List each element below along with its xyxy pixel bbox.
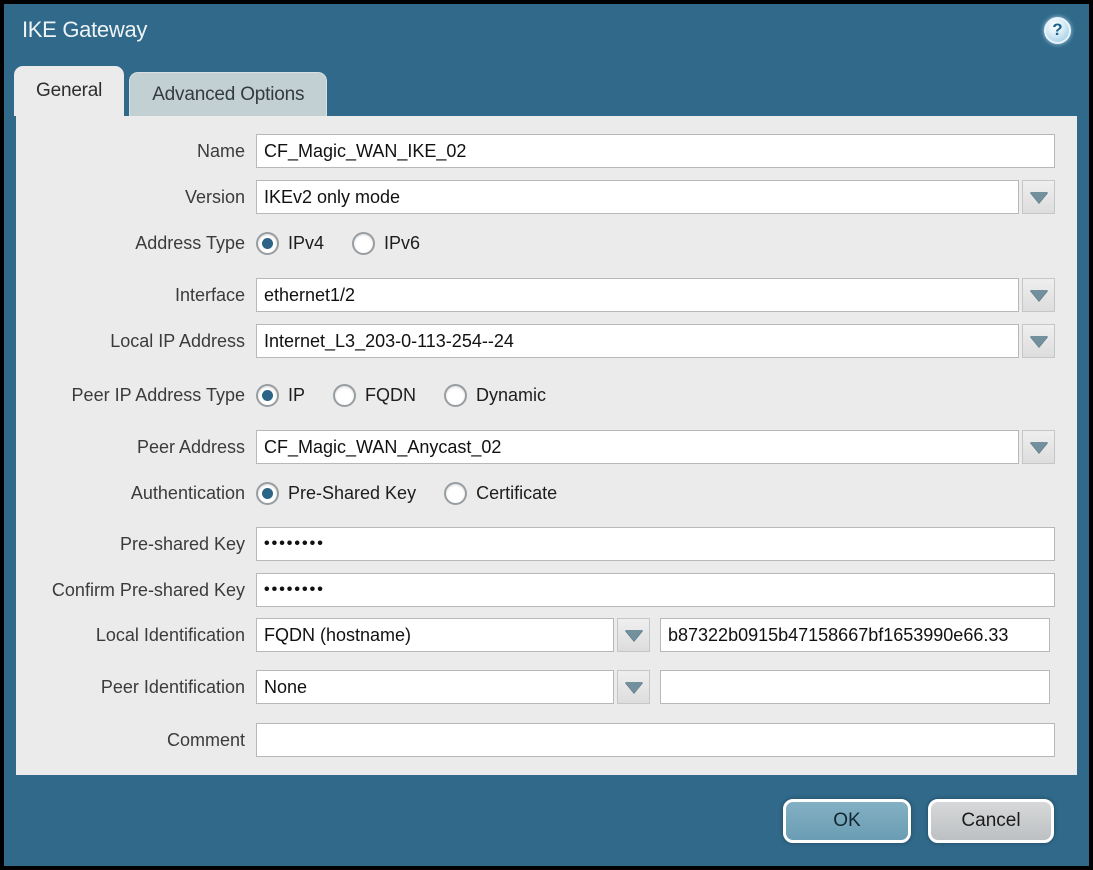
tab-bar: General Advanced Options xyxy=(4,56,1089,116)
radio-dynamic-label: Dynamic xyxy=(476,385,546,406)
dialog-footer: OK Cancel xyxy=(4,775,1089,866)
confirm-pre-shared-key-row: Confirm Pre-shared Key xyxy=(16,573,1077,607)
authentication-row: Authentication Pre-Shared Key Certificat… xyxy=(16,480,1077,506)
version-dropdown-button[interactable] xyxy=(1022,180,1055,214)
tab-advanced-options[interactable]: Advanced Options xyxy=(129,72,327,116)
radio-option-ip[interactable]: IP xyxy=(256,384,305,407)
local-identification-value-input[interactable] xyxy=(660,618,1050,652)
chevron-down-icon xyxy=(1030,290,1048,301)
ok-button[interactable]: OK xyxy=(783,799,911,843)
peer-identification-label: Peer Identification xyxy=(16,677,256,698)
interface-select[interactable] xyxy=(256,278,1019,312)
local-ip-select[interactable] xyxy=(256,324,1019,358)
pre-shared-key-label: Pre-shared Key xyxy=(16,534,256,555)
local-identification-type-select[interactable] xyxy=(256,618,614,652)
comment-label: Comment xyxy=(16,730,256,751)
radio-dynamic[interactable] xyxy=(444,384,467,407)
ike-gateway-dialog: IKE Gateway ? General Advanced Options N… xyxy=(4,4,1089,866)
peer-identification-type-select[interactable] xyxy=(256,670,614,704)
chevron-down-icon xyxy=(1030,442,1048,453)
radio-ipv6[interactable] xyxy=(352,232,375,255)
peer-identification-row: Peer Identification xyxy=(16,670,1077,704)
pre-shared-key-row: Pre-shared Key xyxy=(16,527,1077,561)
peer-address-select[interactable] xyxy=(256,430,1019,464)
general-tab-panel: Name Version Address Type IPv4 xyxy=(16,116,1077,775)
authentication-label: Authentication xyxy=(16,483,256,504)
address-type-label: Address Type xyxy=(16,233,256,254)
radio-option-pre-shared-key[interactable]: Pre-Shared Key xyxy=(256,482,416,505)
radio-ipv4[interactable] xyxy=(256,232,279,255)
radio-ipv4-label: IPv4 xyxy=(288,233,324,254)
dialog-title: IKE Gateway xyxy=(22,17,147,43)
radio-option-certificate[interactable]: Certificate xyxy=(444,482,557,505)
peer-ip-type-radio-group: IP FQDN Dynamic xyxy=(256,384,574,407)
authentication-radio-group: Pre-Shared Key Certificate xyxy=(256,482,585,505)
address-type-row: Address Type IPv4 IPv6 xyxy=(16,230,1077,256)
version-label: Version xyxy=(16,187,256,208)
confirm-pre-shared-key-input[interactable] xyxy=(256,573,1055,607)
peer-address-label: Peer Address xyxy=(16,437,256,458)
pre-shared-key-input[interactable] xyxy=(256,527,1055,561)
chevron-down-icon xyxy=(1030,336,1048,347)
chevron-down-icon xyxy=(1030,192,1048,203)
tab-general-label: General xyxy=(36,80,102,102)
radio-option-fqdn[interactable]: FQDN xyxy=(333,384,416,407)
address-type-radio-group: IPv4 IPv6 xyxy=(256,232,448,255)
radio-option-ipv4[interactable]: IPv4 xyxy=(256,232,324,255)
radio-ip[interactable] xyxy=(256,384,279,407)
tab-general[interactable]: General xyxy=(14,66,124,116)
cancel-button[interactable]: Cancel xyxy=(928,799,1054,843)
local-ip-label: Local IP Address xyxy=(16,331,256,352)
title-bar: IKE Gateway ? xyxy=(4,4,1089,56)
version-row: Version xyxy=(16,180,1077,214)
radio-option-ipv6[interactable]: IPv6 xyxy=(352,232,420,255)
comment-row: Comment xyxy=(16,723,1077,757)
interface-dropdown-button[interactable] xyxy=(1022,278,1055,312)
local-identification-dropdown-button[interactable] xyxy=(617,618,650,652)
radio-ipv6-label: IPv6 xyxy=(384,233,420,254)
radio-pre-shared-key[interactable] xyxy=(256,482,279,505)
chevron-down-icon xyxy=(625,682,643,693)
version-select[interactable] xyxy=(256,180,1019,214)
radio-fqdn-label: FQDN xyxy=(365,385,416,406)
comment-input[interactable] xyxy=(256,723,1055,757)
radio-pre-shared-key-label: Pre-Shared Key xyxy=(288,483,416,504)
peer-identification-value-input[interactable] xyxy=(660,670,1050,704)
name-row: Name xyxy=(16,134,1077,168)
name-label: Name xyxy=(16,141,256,162)
peer-address-row: Peer Address xyxy=(16,430,1077,464)
peer-address-dropdown-button[interactable] xyxy=(1022,430,1055,464)
peer-identification-dropdown-button[interactable] xyxy=(617,670,650,704)
interface-row: Interface xyxy=(16,278,1077,312)
radio-option-dynamic[interactable]: Dynamic xyxy=(444,384,546,407)
dialog-frame: IKE Gateway ? General Advanced Options N… xyxy=(0,0,1093,870)
radio-fqdn[interactable] xyxy=(333,384,356,407)
local-identification-row: Local Identification xyxy=(16,618,1077,652)
confirm-pre-shared-key-label: Confirm Pre-shared Key xyxy=(16,580,256,601)
local-identification-label: Local Identification xyxy=(16,625,256,646)
name-input[interactable] xyxy=(256,134,1055,168)
radio-certificate[interactable] xyxy=(444,482,467,505)
peer-ip-type-row: Peer IP Address Type IP FQDN Dynamic xyxy=(16,382,1077,408)
radio-ip-label: IP xyxy=(288,385,305,406)
radio-certificate-label: Certificate xyxy=(476,483,557,504)
tab-advanced-options-label: Advanced Options xyxy=(152,84,304,106)
interface-label: Interface xyxy=(16,285,256,306)
local-ip-row: Local IP Address xyxy=(16,324,1077,358)
local-ip-dropdown-button[interactable] xyxy=(1022,324,1055,358)
peer-ip-type-label: Peer IP Address Type xyxy=(16,385,256,406)
help-icon[interactable]: ? xyxy=(1044,17,1071,44)
chevron-down-icon xyxy=(625,630,643,641)
